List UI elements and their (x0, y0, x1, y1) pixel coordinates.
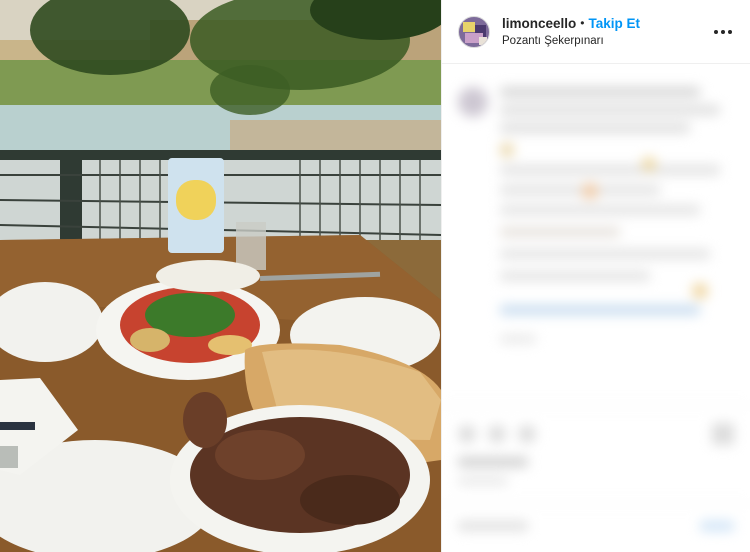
more-options-icon-graphic (714, 29, 732, 34)
comments-area (442, 65, 750, 552)
post-header: limonceello • Takip Et Pozantı Şekerpına… (442, 0, 750, 64)
more-options-icon[interactable] (711, 20, 735, 44)
follow-button[interactable]: Takip Et (588, 15, 640, 32)
separator-dot: • (580, 15, 585, 30)
food-photo (0, 0, 441, 552)
post-photo[interactable] (0, 0, 441, 552)
header-top-row: limonceello • Takip Et (502, 15, 711, 32)
location-link[interactable]: Pozantı Şekerpınarı (502, 34, 711, 49)
avatar[interactable] (458, 15, 490, 48)
instagram-post: limonceello • Takip Et Pozantı Şekerpına… (0, 0, 750, 552)
post-sidebar: limonceello • Takip Et Pozantı Şekerpına… (441, 0, 750, 552)
blurred-content (442, 65, 750, 552)
header-text: limonceello • Takip Et Pozantı Şekerpına… (502, 15, 711, 49)
username-link[interactable]: limonceello (502, 15, 576, 32)
